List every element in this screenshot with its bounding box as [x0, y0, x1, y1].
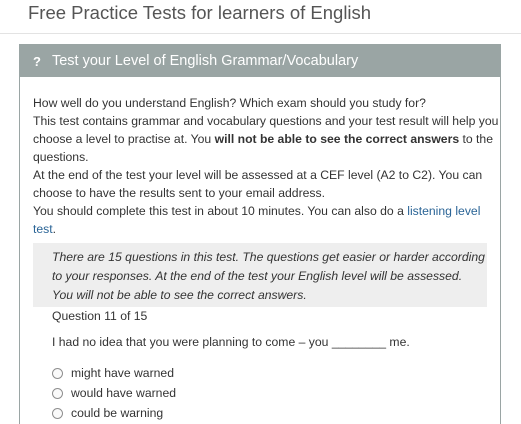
- panel-heading-title: Test your Level of English Grammar/Vocab…: [51, 53, 359, 69]
- answer-option-label: would have warned: [71, 386, 177, 400]
- intro-bold-warning: will not be able to see the correct answ…: [214, 132, 460, 146]
- page-title: Free Practice Tests for learners of Engl…: [28, 2, 372, 23]
- intro-text-span: choose a level to practise at. You: [33, 132, 215, 146]
- intro-text-span: .: [52, 222, 57, 236]
- answer-options: might have warned would have warned coul…: [52, 363, 176, 423]
- radio-button[interactable]: [52, 367, 63, 379]
- answer-option[interactable]: would have warned: [52, 383, 176, 403]
- intro-line: choose a level to practise at. You will …: [33, 130, 493, 148]
- radio-button[interactable]: [52, 407, 63, 419]
- site-header: Free Practice Tests for learners of Engl…: [0, 0, 521, 34]
- listening-test-link[interactable]: listening level: [407, 204, 480, 218]
- notice-line: You will not be able to see the correct …: [52, 288, 307, 302]
- listening-test-link-cont[interactable]: test: [33, 222, 53, 236]
- intro-line: test.: [33, 220, 483, 238]
- question-text: I had no idea that you were planning to …: [52, 335, 410, 349]
- test-panel: ? Test your Level of English Grammar/Voc…: [19, 44, 501, 424]
- question-mark-icon: ?: [33, 53, 41, 69]
- intro-line: You should complete this test in about 1…: [33, 202, 483, 220]
- intro-text: How well do you understand English? Whic…: [33, 94, 499, 238]
- intro-line: choose to have the results sent to your …: [33, 186, 325, 200]
- answer-option-label: might have warned: [71, 366, 174, 380]
- panel-heading: ? Test your Level of English Grammar/Voc…: [20, 45, 500, 77]
- answer-option-label: could be warning: [71, 406, 164, 420]
- answer-option[interactable]: might have warned: [52, 363, 176, 383]
- intro-text-span: You should complete this test in about 1…: [33, 204, 408, 218]
- notice-line: There are 15 questions in this test. The…: [52, 250, 485, 264]
- intro-line: questions.: [33, 150, 89, 164]
- question-number: Question 11 of 15: [52, 309, 148, 323]
- radio-button[interactable]: [52, 387, 63, 399]
- intro-line: How well do you understand English? Whic…: [33, 96, 426, 110]
- answer-option[interactable]: could be warning: [52, 403, 176, 423]
- intro-text-span: to the: [459, 132, 493, 146]
- intro-line: At the end of the test your level will b…: [33, 168, 483, 182]
- test-notice: There are 15 questions in this test. The…: [33, 243, 487, 307]
- intro-line: This test contains grammar and vocabular…: [33, 114, 499, 128]
- notice-line: to your responses. At the end of the tes…: [52, 269, 463, 283]
